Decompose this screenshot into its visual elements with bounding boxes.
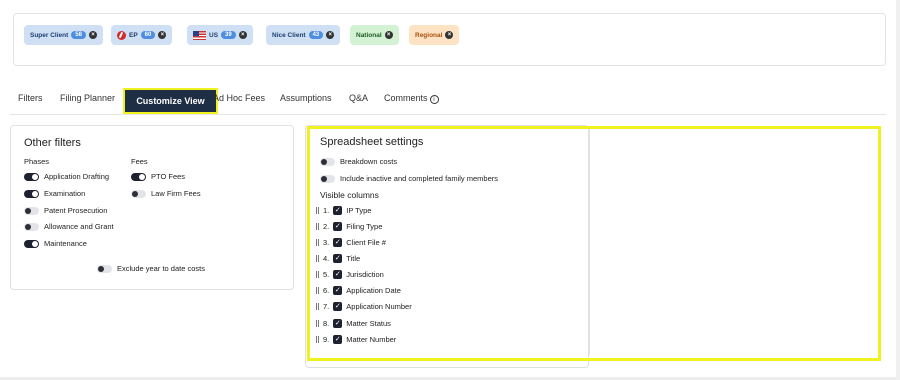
page-right-edge [896, 0, 900, 380]
tab-assumptions[interactable]: Assumptions [280, 93, 332, 103]
view-tabs: Filters Filing Planner Customize View Ad… [10, 87, 886, 115]
toggle-label: Law Firm Fees [151, 189, 201, 198]
toggle-switch[interactable] [24, 206, 39, 215]
remove-chip-icon[interactable]: × [384, 31, 393, 39]
chip-label: Super Client [30, 31, 69, 39]
filter-chip-regional[interactable]: Regional × [409, 25, 460, 45]
fee-toggle-pto-fees[interactable]: PTO Fees [131, 172, 185, 181]
chip-label: US [209, 31, 219, 39]
chip-count: 60 [140, 31, 156, 39]
chip-label: Nice Client [272, 31, 306, 39]
remove-chip-icon[interactable]: × [88, 31, 97, 39]
chip-count: 39 [221, 31, 236, 39]
phases-heading: Phases [24, 157, 50, 166]
toggle-label: Maintenance [44, 239, 87, 248]
phase-toggle-maintenance[interactable]: Maintenance [24, 239, 87, 248]
phase-toggle-allowance-and-grant[interactable]: Allowance and Grant [24, 222, 114, 231]
fees-heading: Fees [131, 157, 148, 166]
toggle-label: Examination [44, 189, 86, 198]
chip-count: 58 [71, 31, 86, 39]
filter-chip-nice-client[interactable]: Nice Client 43 × [266, 25, 341, 45]
toggle-switch[interactable] [131, 172, 146, 181]
toggle-switch[interactable] [24, 172, 39, 181]
tab-ad-hoc-fees[interactable]: Ad Hoc Fees [213, 93, 265, 103]
tab-comments[interactable]: Comments i [384, 93, 439, 104]
filter-chip-us[interactable]: US 39 × [187, 25, 253, 45]
remove-chip-icon[interactable]: × [326, 31, 335, 39]
tab-comments-label: Comments [384, 93, 428, 103]
panel-title: Other filters [24, 137, 81, 149]
customize-view-page: Super Client 58 × EP 60 × US 39 × Nice C… [0, 0, 900, 380]
tab-customize-view[interactable]: Customize View [123, 88, 218, 114]
remove-chip-icon[interactable]: × [158, 31, 167, 39]
chip-label: Regional [415, 31, 443, 39]
toggle-label: PTO Fees [151, 172, 186, 181]
filter-chip-super-client[interactable]: Super Client 58 × [24, 25, 103, 45]
exclude-ytd-toggle[interactable]: Exclude year to date costs [97, 264, 205, 273]
chip-count: 43 [308, 31, 324, 39]
tab-filing-planner[interactable]: Filing Planner [60, 93, 115, 103]
filter-chip-ep[interactable]: EP 60 × [111, 25, 173, 45]
filter-chip-national[interactable]: National × [350, 25, 399, 45]
phase-toggle-application-drafting[interactable]: Application Drafting [24, 172, 109, 181]
active-filter-bar: Super Client 58 × EP 60 × US 39 × Nice C… [13, 13, 886, 66]
info-icon: i [429, 95, 439, 104]
us-flag-icon [193, 30, 206, 40]
toggle-label: Allowance and Grant [44, 222, 114, 231]
ep-flag-icon [117, 30, 126, 40]
toggle-switch[interactable] [24, 239, 39, 248]
toggle-switch[interactable] [24, 189, 39, 198]
phase-toggle-examination[interactable]: Examination [24, 189, 85, 198]
phase-toggle-patent-prosecution[interactable]: Patent Prosecution [24, 206, 107, 215]
toggle-switch[interactable] [97, 264, 112, 273]
toggle-switch[interactable] [24, 222, 39, 231]
chip-label: EP [129, 31, 138, 39]
toggle-switch[interactable] [131, 189, 146, 198]
other-filters-panel: Other filters Phases Fees Application Dr… [10, 125, 294, 290]
toggle-label: Application Drafting [44, 172, 110, 181]
highlight-overlay [307, 126, 881, 361]
fee-toggle-law-firm-fees[interactable]: Law Firm Fees [131, 189, 201, 198]
tab-filters[interactable]: Filters [18, 93, 43, 103]
chip-label: National [356, 31, 382, 39]
toggle-label: Exclude year to date costs [117, 264, 205, 273]
tab-qa[interactable]: Q&A [349, 93, 368, 103]
remove-chip-icon[interactable]: × [238, 31, 247, 39]
toggle-label: Patent Prosecution [44, 206, 108, 215]
remove-chip-icon[interactable]: × [445, 31, 454, 39]
